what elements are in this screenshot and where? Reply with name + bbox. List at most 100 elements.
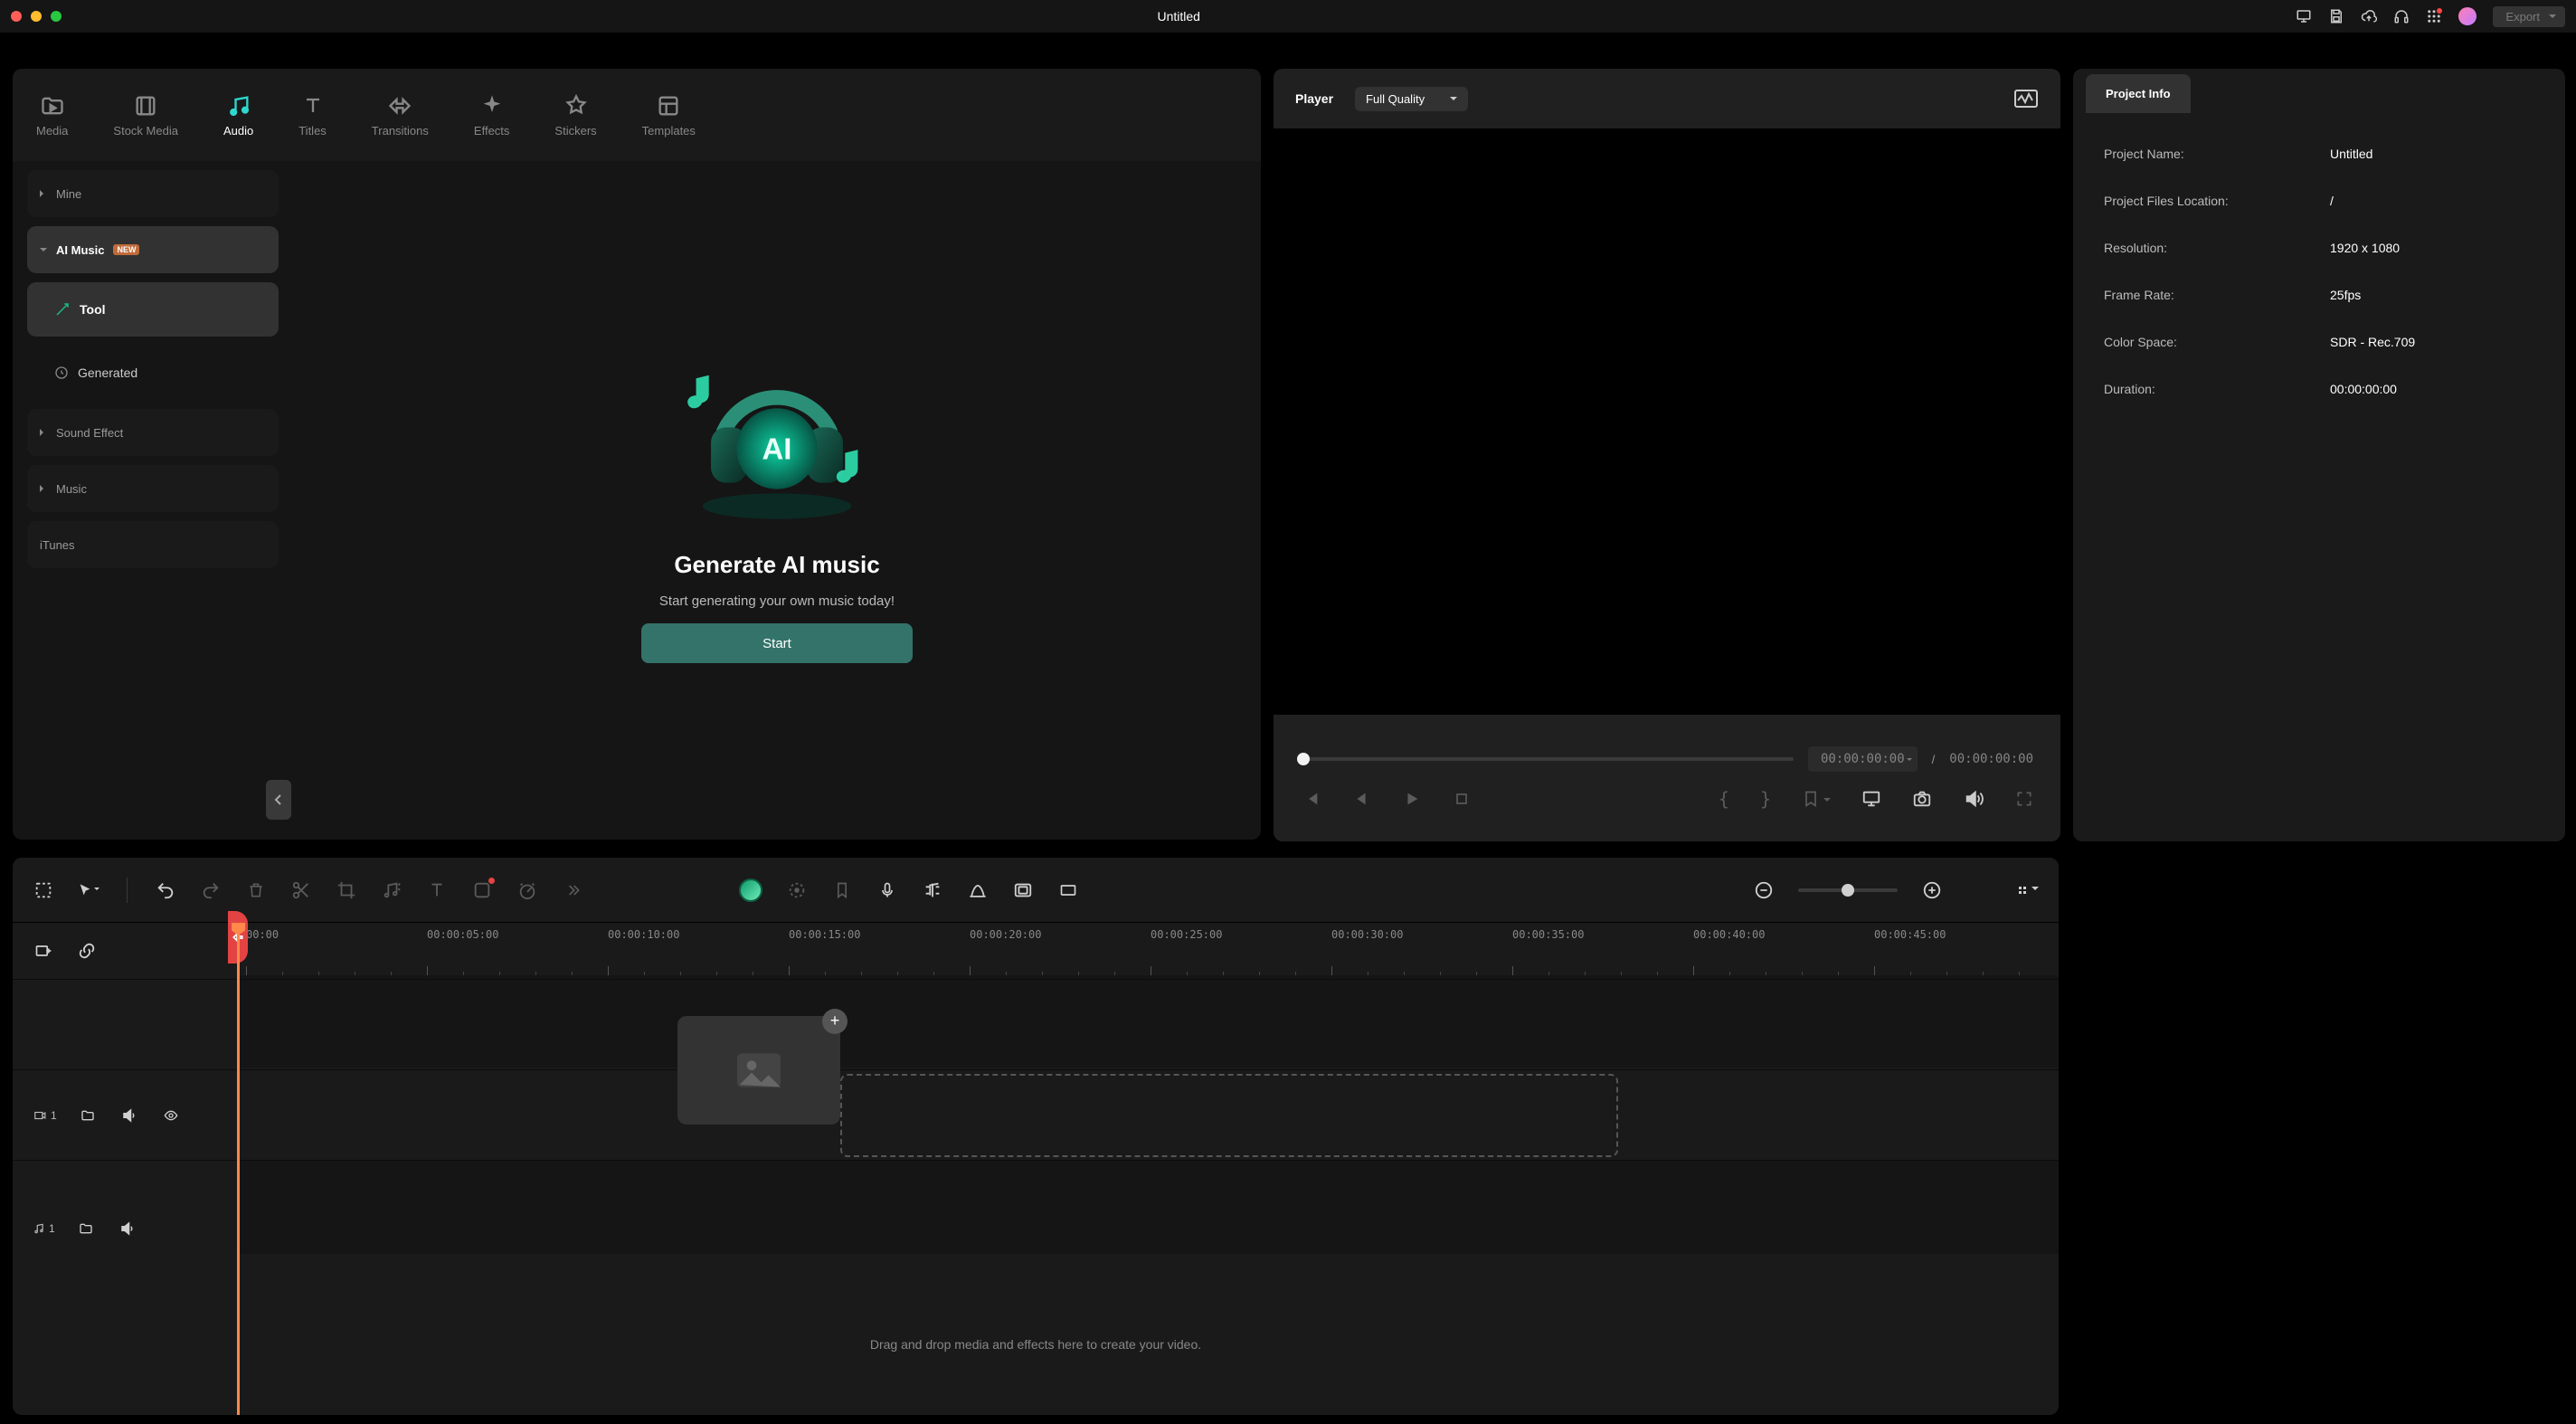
current-time-input[interactable]: 00:00:00:00 xyxy=(1808,746,1918,772)
export-button[interactable]: Export xyxy=(2493,6,2565,27)
add-track-button[interactable] xyxy=(33,940,54,962)
tab-stickers[interactable]: Stickers xyxy=(554,93,596,138)
titlebar-tools: Export xyxy=(2296,6,2565,27)
player-viewport[interactable] xyxy=(1274,128,2060,715)
quality-select[interactable]: Full Quality xyxy=(1355,87,1468,111)
volume-button[interactable] xyxy=(1963,789,1984,809)
prop-key: Color Space: xyxy=(2104,335,2330,349)
fullscreen-button[interactable] xyxy=(2015,790,2033,808)
ai-assistant-avatar[interactable] xyxy=(739,878,762,902)
mute-track-button[interactable] xyxy=(118,1105,140,1126)
window-title: Untitled xyxy=(62,9,2296,24)
minimize-window-button[interactable] xyxy=(31,11,42,22)
redo-button[interactable] xyxy=(200,879,222,901)
markers-list-button[interactable] xyxy=(1802,790,1831,808)
stickers-icon xyxy=(564,93,589,119)
timeline-panel: 00:0000:00:05:0000:00:10:0000:00:15:0000… xyxy=(13,858,2059,1415)
undo-button[interactable] xyxy=(155,879,176,901)
player-label: Player xyxy=(1295,91,1333,106)
zoom-in-button[interactable] xyxy=(1921,879,1943,901)
delete-button[interactable] xyxy=(245,879,267,901)
desktop-icon[interactable] xyxy=(2296,8,2312,24)
ai-start-button[interactable]: Start xyxy=(641,623,913,663)
cursor-tool-icon[interactable] xyxy=(78,879,99,901)
marker-add-button[interactable] xyxy=(831,879,853,901)
add-media-button[interactable]: + xyxy=(822,1009,848,1034)
timeline-playhead[interactable] xyxy=(237,923,240,1415)
sidebar-sub-tool[interactable]: Tool xyxy=(27,282,279,337)
keyframe-toggle-button[interactable] xyxy=(786,879,808,901)
close-window-button[interactable] xyxy=(11,11,22,22)
split-button[interactable] xyxy=(290,879,312,901)
maximize-window-button[interactable] xyxy=(51,11,62,22)
mark-out-button[interactable]: } xyxy=(1760,788,1771,810)
window-traffic-lights xyxy=(11,11,62,22)
zoom-slider-head[interactable] xyxy=(1842,884,1854,897)
auto-reframe-button[interactable] xyxy=(1012,879,1034,901)
add-text-button[interactable] xyxy=(426,879,448,901)
more-tools-button[interactable] xyxy=(562,879,583,901)
voice-record-button[interactable] xyxy=(876,879,898,901)
play-button[interactable] xyxy=(1402,789,1422,809)
sidebar-item-label: iTunes xyxy=(40,538,75,552)
zoom-out-button[interactable] xyxy=(1753,879,1775,901)
display-settings-button[interactable] xyxy=(1861,789,1881,809)
sidebar-sub-generated[interactable]: Generated xyxy=(27,346,279,400)
inspector-tab-project-info[interactable]: Project Info xyxy=(2086,74,2191,113)
sidebar-item-ai-music[interactable]: AI Music NEW xyxy=(27,226,279,273)
tab-stock-media[interactable]: Stock Media xyxy=(113,93,178,138)
prop-value: 00:00:00:00 xyxy=(2330,382,2397,396)
library-panel: Mine AI Music NEW Tool Generated Sound E… xyxy=(13,161,1261,840)
ruler-tick-label: 00:00:15:00 xyxy=(789,928,860,941)
stop-button[interactable] xyxy=(1453,790,1471,808)
scopes-icon[interactable] xyxy=(2013,88,2039,109)
folder-icon[interactable] xyxy=(77,1105,99,1126)
link-tracks-button[interactable] xyxy=(76,940,98,962)
sidebar-item-itunes[interactable]: iTunes xyxy=(27,521,279,568)
tab-audio[interactable]: Audio xyxy=(223,93,253,138)
headphones-icon[interactable] xyxy=(2393,8,2410,24)
tab-label: Transitions xyxy=(372,124,429,138)
tab-titles[interactable]: Titles xyxy=(298,93,327,138)
snapshot-button[interactable] xyxy=(1912,789,1932,809)
prop-key: Project Name: xyxy=(2104,147,2330,161)
tab-label: Stock Media xyxy=(113,124,178,138)
step-back-button[interactable] xyxy=(1351,789,1371,809)
scrubber-head[interactable] xyxy=(1297,753,1310,765)
tab-effects[interactable]: Effects xyxy=(474,93,510,138)
color-tag-button[interactable] xyxy=(471,879,493,901)
ai-headphones-illustration: AI xyxy=(659,337,895,536)
mark-in-button[interactable]: { xyxy=(1719,788,1729,810)
folder-icon[interactable] xyxy=(75,1218,97,1239)
beat-detect-button[interactable] xyxy=(381,879,402,901)
speed-ramp-button[interactable] xyxy=(516,879,538,901)
user-avatar[interactable] xyxy=(2458,7,2477,25)
tab-media[interactable]: Media xyxy=(36,93,68,138)
audio-track-body[interactable] xyxy=(237,1160,2059,1296)
ruler-tick-label: 00:00:20:00 xyxy=(970,928,1041,941)
sidebar-item-music[interactable]: Music xyxy=(27,465,279,512)
collapse-sidebar-button[interactable] xyxy=(266,780,291,820)
timeline-ruler[interactable]: 00:0000:00:05:0000:00:10:0000:00:15:0000… xyxy=(237,923,2059,979)
mute-track-button[interactable] xyxy=(117,1218,138,1239)
visibility-track-button[interactable] xyxy=(160,1105,182,1126)
drop-zone[interactable] xyxy=(840,1074,1618,1157)
render-preview-button[interactable] xyxy=(967,879,989,901)
apps-grid-icon[interactable] xyxy=(2426,8,2442,24)
video-track-body[interactable]: + xyxy=(237,1069,2059,1160)
tab-transitions[interactable]: Transitions xyxy=(372,93,429,138)
cloud-upload-icon[interactable] xyxy=(2361,8,2377,24)
zoom-slider[interactable] xyxy=(1798,888,1898,892)
titlebar: Untitled Export xyxy=(0,0,2576,33)
audio-mix-button[interactable] xyxy=(922,879,943,901)
save-icon[interactable] xyxy=(2328,8,2344,24)
player-scrubber[interactable] xyxy=(1301,757,1794,761)
crop-button[interactable] xyxy=(336,879,357,901)
aspect-toggle-button[interactable] xyxy=(1057,879,1079,901)
sidebar-item-mine[interactable]: Mine xyxy=(27,170,279,217)
selection-tool-icon[interactable] xyxy=(33,879,54,901)
tab-templates[interactable]: Templates xyxy=(642,93,696,138)
track-view-menu[interactable] xyxy=(2017,879,2039,901)
sidebar-item-sound-effect[interactable]: Sound Effect xyxy=(27,409,279,456)
prev-frame-button[interactable] xyxy=(1301,789,1321,809)
